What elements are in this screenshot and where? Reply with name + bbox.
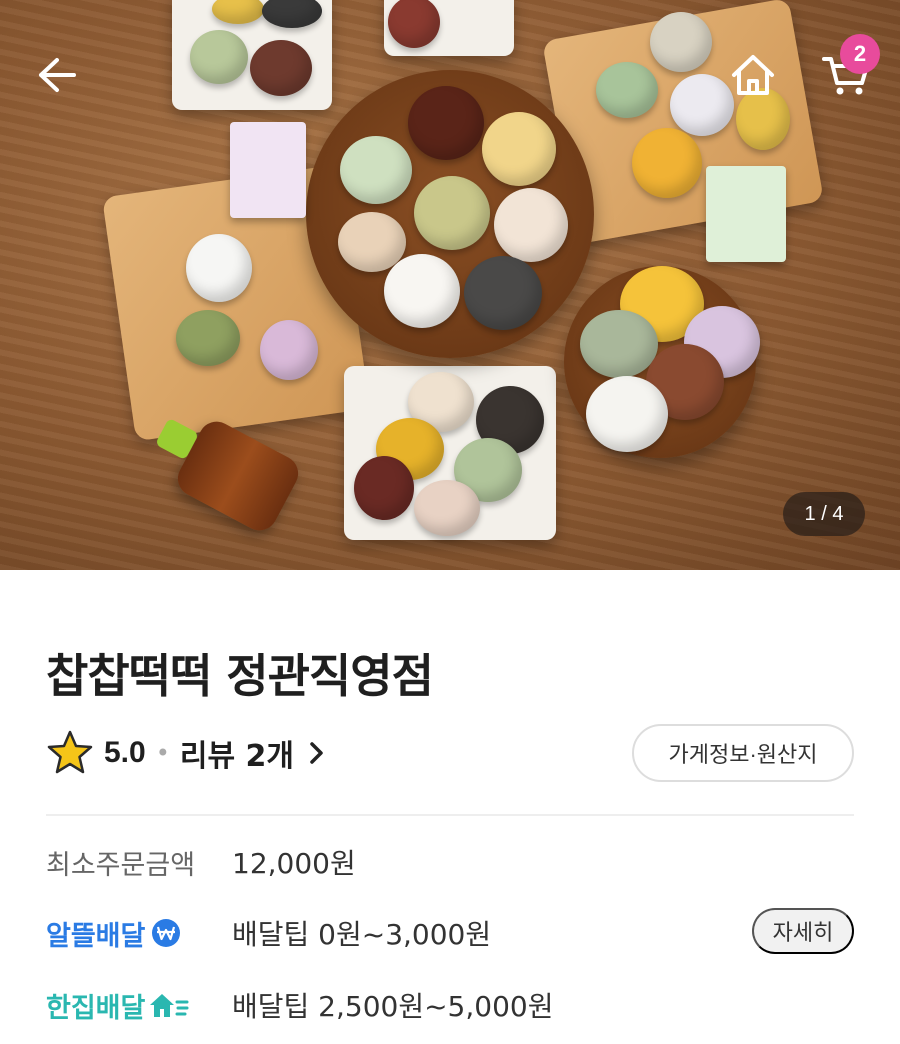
rice-cake <box>340 136 412 204</box>
brand-card <box>706 166 786 262</box>
rice-cake <box>408 86 484 160</box>
image-counter: 1 / 4 <box>783 492 865 536</box>
home-icon <box>732 55 774 95</box>
rice-cake <box>414 480 480 536</box>
hero-image[interactable]: 2 1 / 4 <box>0 0 900 570</box>
single-delivery-label: 한집배달 <box>46 992 146 1024</box>
rice-cake <box>190 30 248 84</box>
rating-value: 5.0 <box>104 736 146 769</box>
save-delivery-label: 알뜰배달 <box>46 920 146 952</box>
rice-cake <box>354 456 414 520</box>
rice-cake <box>670 74 734 136</box>
save-delivery-fee: 배달팁 0원~3,000원 <box>232 918 492 951</box>
rice-cake <box>384 254 460 328</box>
store-info-origin-button[interactable]: 가게정보·원산지 <box>632 724 854 782</box>
save-delivery-row: 알뜰배달 배달팁 0원~3,000원 자세히 <box>46 908 854 958</box>
rice-cake <box>414 176 490 250</box>
rice-cake <box>176 310 240 366</box>
cart-button[interactable]: 2 <box>818 34 880 102</box>
rice-cake <box>650 12 712 72</box>
home-button[interactable] <box>726 48 780 102</box>
min-order-value: 12,000원 <box>232 847 356 880</box>
back-arrow-icon <box>39 58 76 92</box>
rating-row[interactable]: 5.0 • 리뷰 2개 <box>46 726 326 780</box>
won-icon <box>152 919 181 947</box>
rice-cake <box>260 320 318 380</box>
chevron-right-icon <box>310 742 323 764</box>
rice-cake <box>494 188 568 262</box>
rice-cake <box>586 376 668 452</box>
min-order-label: 최소주문금액 <box>46 849 196 881</box>
store-name: 찹찹떡떡 정관직영점 <box>46 649 434 703</box>
brand-card <box>230 122 306 218</box>
delivery-detail-button[interactable]: 자세히 <box>752 908 854 954</box>
rice-cake <box>464 256 542 330</box>
single-delivery-label-wrap: 한집배달 <box>46 986 232 1025</box>
house-icon <box>150 994 189 1017</box>
star-icon <box>47 730 93 774</box>
min-order-row: 최소주문금액 12,000원 <box>46 837 854 887</box>
rice-cake <box>580 310 658 378</box>
back-button[interactable] <box>30 48 84 102</box>
rice-cake <box>482 112 556 186</box>
rice-cake <box>186 234 252 302</box>
separator-dot: • <box>155 739 170 767</box>
rice-cake <box>250 40 312 96</box>
rice-cake <box>632 128 702 198</box>
rice-cake <box>596 62 658 118</box>
divider <box>46 814 854 816</box>
cart-count-badge: 2 <box>840 34 880 74</box>
save-delivery-label-wrap: 알뜰배달 <box>46 914 232 953</box>
single-delivery-row: 한집배달 배달팁 2,500원~5,000원 <box>46 980 854 1030</box>
single-delivery-fee: 배달팁 2,500원~5,000원 <box>232 990 554 1023</box>
review-count-link[interactable]: 리뷰 2개 <box>180 731 294 775</box>
